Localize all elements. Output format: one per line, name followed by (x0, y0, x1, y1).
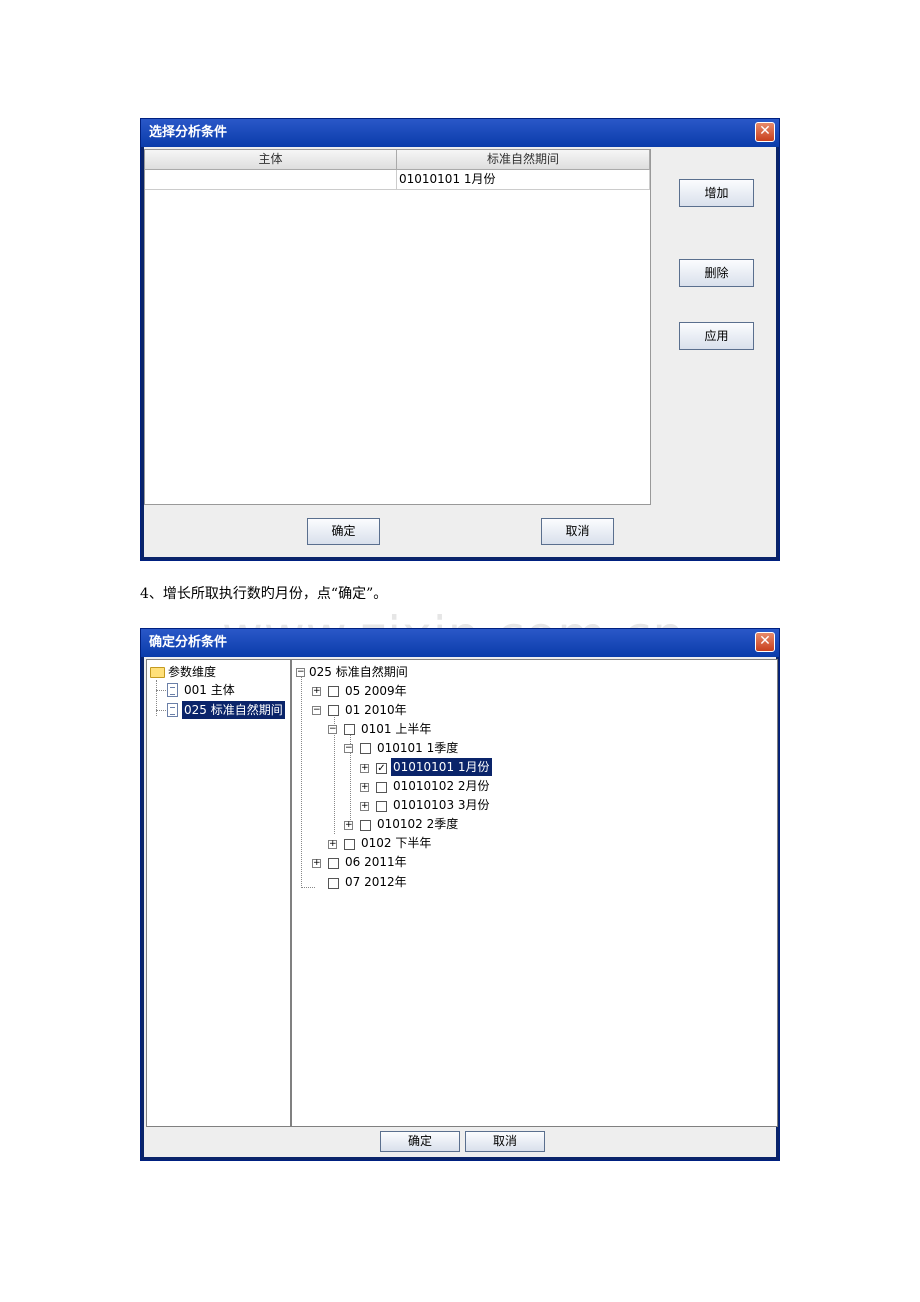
select-analysis-dialog: 选择分析条件 ✕ 主体 标准自然期间 01010101 1月份 增加 删除 应用… (140, 118, 780, 561)
checkbox[interactable] (344, 724, 355, 735)
collapse-toggle[interactable]: − (296, 668, 305, 677)
expand-toggle[interactable]: + (312, 687, 321, 696)
column-header-period[interactable]: 标准自然期间 (397, 150, 650, 170)
tree-line (301, 887, 315, 888)
tree-node-2012[interactable]: 07 2012年 (345, 873, 407, 891)
tree-item-subject[interactable]: 001 主体 (184, 681, 235, 699)
tree-root-dimensions[interactable]: 参数维度 (168, 663, 216, 681)
tree-node-2011[interactable]: 06 2011年 (345, 853, 407, 871)
table-cell-period[interactable]: 01010101 1月份 (397, 170, 650, 190)
tree-node-february[interactable]: 01010102 2月份 (393, 777, 490, 795)
period-tree-panel: − 025 标准自然期间 + 05 2009年 − 01 2010年 − 010… (291, 659, 778, 1127)
expand-toggle[interactable]: + (360, 783, 369, 792)
tree-root-period[interactable]: 025 标准自然期间 (309, 663, 408, 681)
column-header-subject[interactable]: 主体 (145, 150, 397, 170)
cancel-button[interactable]: 取消 (465, 1131, 545, 1152)
close-icon: ✕ (759, 123, 771, 139)
dialog-body: 参数维度 001 主体 025 标准自然期间 − 025 标准自然期间 + 05… (144, 657, 778, 1157)
ok-button[interactable]: 确定 (380, 1131, 460, 1152)
tree-node-q1[interactable]: 010101 1季度 (377, 739, 458, 757)
collapse-toggle[interactable]: − (312, 706, 321, 715)
apply-button[interactable]: 应用 (679, 322, 754, 350)
dialog-title: 确定分析条件 (141, 629, 779, 657)
tree-node-2009[interactable]: 05 2009年 (345, 682, 407, 700)
expand-toggle[interactable]: + (312, 859, 321, 868)
tree-line (156, 690, 166, 691)
tree-item-period-selected[interactable]: 025 标准自然期间 (182, 701, 285, 719)
instruction-caption: 4、增长所取执行数旳月份，点“确定”。 (140, 586, 388, 602)
close-button[interactable]: ✕ (755, 122, 775, 142)
close-icon: ✕ (759, 633, 771, 649)
dialog-body: 主体 标准自然期间 01010101 1月份 增加 删除 应用 确定 取消 (144, 147, 776, 557)
table-cell-subject[interactable] (145, 170, 397, 190)
checkbox[interactable] (328, 686, 339, 697)
add-button[interactable]: 增加 (679, 179, 754, 207)
collapse-toggle[interactable]: − (344, 744, 353, 753)
confirm-analysis-dialog: 确定分析条件 ✕ 参数维度 001 主体 025 标准自然期间 − 025 标准… (140, 628, 780, 1161)
tree-line (301, 674, 302, 888)
checkbox[interactable] (376, 782, 387, 793)
tree-node-second-half[interactable]: 0102 下半年 (361, 834, 431, 852)
conditions-table[interactable]: 主体 标准自然期间 01010101 1月份 (144, 149, 651, 505)
tree-node-first-half[interactable]: 0101 上半年 (361, 720, 431, 738)
cancel-button[interactable]: 取消 (541, 518, 614, 545)
expand-toggle[interactable]: + (344, 821, 353, 830)
dimension-tree-panel: 参数维度 001 主体 025 标准自然期间 (146, 659, 291, 1127)
collapse-toggle[interactable]: − (328, 725, 337, 734)
close-button[interactable]: ✕ (755, 632, 775, 652)
delete-button[interactable]: 删除 (679, 259, 754, 287)
dialog-title: 选择分析条件 (141, 119, 779, 147)
checkbox[interactable] (328, 878, 339, 889)
expand-toggle[interactable]: + (360, 764, 369, 773)
tree-line (156, 710, 166, 711)
checkbox-checked[interactable]: ✓ (376, 763, 387, 774)
ok-button[interactable]: 确定 (307, 518, 380, 545)
expand-toggle[interactable]: + (360, 802, 369, 811)
document-icon (167, 683, 178, 697)
tree-node-january[interactable]: 01010101 1月份 (391, 758, 492, 776)
tree-node-march[interactable]: 01010103 3月份 (393, 796, 490, 814)
expand-toggle[interactable]: + (328, 840, 337, 849)
checkbox[interactable] (360, 820, 371, 831)
checkbox[interactable] (328, 858, 339, 869)
folder-icon (150, 667, 165, 678)
checkbox[interactable] (360, 743, 371, 754)
document-icon (167, 703, 178, 717)
checkbox[interactable] (344, 839, 355, 850)
tree-node-q2[interactable]: 010102 2季度 (377, 815, 458, 833)
checkbox[interactable] (376, 801, 387, 812)
tree-node-2010[interactable]: 01 2010年 (345, 701, 407, 719)
checkbox[interactable] (328, 705, 339, 716)
